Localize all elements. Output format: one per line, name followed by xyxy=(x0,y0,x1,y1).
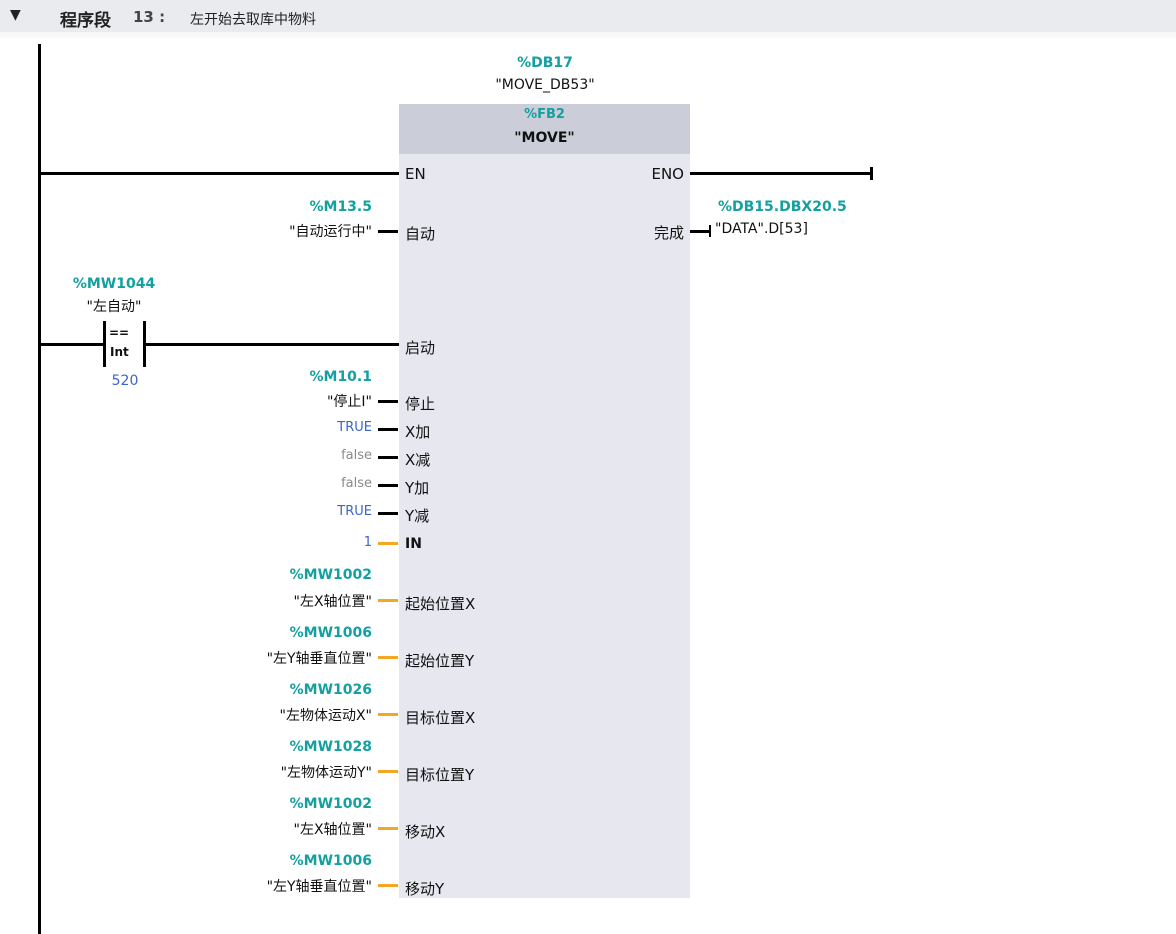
cmp-wire-left xyxy=(40,343,103,346)
en-wire[interactable] xyxy=(40,172,399,175)
in-startx-tag[interactable]: "左X轴位置" xyxy=(160,591,372,611)
in-targety-address[interactable]: %MW1028 xyxy=(200,739,372,755)
wire-in-movey xyxy=(378,884,398,887)
in-stop-tag[interactable]: "停止I" xyxy=(160,391,372,411)
fb-address: %FB2 xyxy=(524,107,565,122)
in-stop-address[interactable]: %M10.1 xyxy=(200,369,372,385)
fb-name: "MOVE" xyxy=(514,130,575,146)
header-separator xyxy=(0,32,1176,38)
cmp-contact-left xyxy=(103,321,106,367)
pin-in-starty[interactable]: 起始位置Y xyxy=(405,650,474,671)
wire-in-yminus xyxy=(378,512,398,515)
network-header[interactable]: ▼ 程序段 13 : 左开始去取库中物料 xyxy=(0,0,1176,32)
wire-out-done-end xyxy=(709,225,711,237)
pin-en[interactable]: EN xyxy=(405,165,426,183)
wire-in-yplus xyxy=(378,484,398,487)
in-yminus-const[interactable]: TRUE xyxy=(300,504,372,519)
pin-in-xminus[interactable]: X减 xyxy=(405,449,430,470)
pin-out-done[interactable]: 完成 xyxy=(600,222,684,243)
pin-in-movey[interactable]: 移动Y xyxy=(405,878,444,899)
in-movex-tag[interactable]: "左X轴位置" xyxy=(160,819,372,839)
wire-in-in xyxy=(378,542,398,545)
pin-in-startx[interactable]: 起始位置X xyxy=(405,593,475,614)
in-targetx-address[interactable]: %MW1026 xyxy=(200,682,372,698)
collapse-toggle-icon[interactable]: ▼ xyxy=(10,7,21,23)
wire-in-starty xyxy=(378,656,398,659)
pin-in-targety[interactable]: 目标位置Y xyxy=(405,764,474,785)
in-auto-tag[interactable]: "自动运行中" xyxy=(160,221,372,241)
wire-in-movex xyxy=(378,827,398,830)
eno-wire-end xyxy=(870,167,873,180)
wire-in-stop xyxy=(378,400,398,403)
network-comment[interactable]: 左开始去取库中物料 xyxy=(190,9,316,29)
pin-in-targetx[interactable]: 目标位置X xyxy=(405,707,475,728)
cmp-address[interactable]: %MW1044 xyxy=(60,276,168,292)
wire-in-startx xyxy=(378,599,398,602)
in-targetx-tag[interactable]: "左物体运动X" xyxy=(160,705,372,725)
in-xplus-const[interactable]: TRUE xyxy=(300,420,372,435)
power-rail xyxy=(38,44,41,934)
cmp-type[interactable]: Int xyxy=(110,345,129,359)
in-starty-tag[interactable]: "左Y轴垂直位置" xyxy=(160,648,372,668)
in-startx-address[interactable]: %MW1002 xyxy=(200,567,372,583)
wire-out-done xyxy=(690,230,710,233)
cmp-wire-right xyxy=(146,343,399,346)
in-movey-address[interactable]: %MW1006 xyxy=(200,853,372,869)
out-done-address[interactable]: %DB15.DBX20.5 xyxy=(718,199,847,215)
wire-in-targetx xyxy=(378,713,398,716)
pin-in-in[interactable]: IN xyxy=(405,536,422,552)
pin-in-auto[interactable]: 自动 xyxy=(405,223,435,244)
out-done-tag[interactable]: "DATA".D[53] xyxy=(715,221,808,237)
pin-eno[interactable]: ENO xyxy=(620,165,684,183)
in-movex-address[interactable]: %MW1002 xyxy=(200,796,372,812)
pin-in-movex[interactable]: 移动X xyxy=(405,821,445,842)
pin-in-stop[interactable]: 停止 xyxy=(405,393,435,414)
wire-in-targety xyxy=(378,770,398,773)
in-auto-address[interactable]: %M13.5 xyxy=(200,199,372,215)
cmp-value[interactable]: 520 xyxy=(95,373,155,389)
instance-db-address[interactable]: %DB17 xyxy=(470,55,620,71)
pin-in-yminus[interactable]: Y减 xyxy=(405,505,429,526)
instance-db-name[interactable]: "MOVE_DB53" xyxy=(440,77,650,93)
in-targety-tag[interactable]: "左物体运动Y" xyxy=(160,762,372,782)
in-in-const[interactable]: 1 xyxy=(300,535,372,550)
network-number: 13 : xyxy=(133,8,166,26)
in-yplus-const[interactable]: false xyxy=(300,476,372,491)
network-label: 程序段 xyxy=(60,11,111,31)
wire-in-xplus xyxy=(378,428,398,431)
pin-in-xplus[interactable]: X加 xyxy=(405,421,430,442)
in-starty-address[interactable]: %MW1006 xyxy=(200,625,372,641)
eno-wire[interactable] xyxy=(690,172,872,175)
in-xminus-const[interactable]: false xyxy=(300,448,372,463)
pin-in-yplus[interactable]: Y加 xyxy=(405,477,429,498)
cmp-tag[interactable]: "左自动" xyxy=(60,296,168,316)
wire-in-auto xyxy=(378,230,398,233)
wire-in-xminus xyxy=(378,456,398,459)
cmp-operator[interactable]: == xyxy=(109,326,129,340)
pin-in-start[interactable]: 启动 xyxy=(405,337,435,358)
in-movey-tag[interactable]: "左Y轴垂直位置" xyxy=(160,876,372,896)
